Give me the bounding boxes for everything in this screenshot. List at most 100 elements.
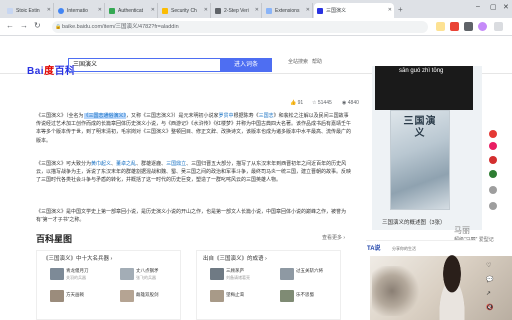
list-item[interactable]: 乐不思蜀 xyxy=(296,292,314,298)
forward-icon[interactable]: → xyxy=(20,21,28,30)
section-title: 百科星图 xyxy=(36,234,73,244)
browser-window: Stoic Extin ✕ Internatio ✕ Authenticat ✕… xyxy=(0,0,512,320)
video-like-icon[interactable]: ♡ xyxy=(486,262,491,269)
back-icon[interactable]: ← xyxy=(6,21,14,30)
tab-6[interactable]: Extensions ✕ xyxy=(263,3,313,18)
feedback-icon[interactable] xyxy=(489,186,497,194)
address-bar[interactable]: 🔒 baike.baidu.com/item/三国演义/4782?fr=alad… xyxy=(52,21,428,33)
list-item[interactable]: 丈八点钢矛 xyxy=(136,268,159,274)
tab-active[interactable]: 三国演义 ✕ xyxy=(314,3,394,18)
share-count[interactable]: ☆ 51445 xyxy=(312,100,332,106)
list-item[interactable]: 过五关斩六将 xyxy=(296,268,323,274)
share-qzone-icon[interactable] xyxy=(489,142,497,150)
entry-link[interactable]: 三国志 xyxy=(259,113,274,119)
menu-icon[interactable] xyxy=(494,22,503,31)
watermark-name: 马丽 xyxy=(454,226,470,235)
share-weibo-alt-icon[interactable] xyxy=(489,156,497,164)
card-title[interactable]: 《三国演义》中十大名兵器 › xyxy=(43,254,112,262)
close-window-icon[interactable]: ✕ xyxy=(503,3,509,11)
close-icon[interactable]: ✕ xyxy=(255,7,259,13)
video-presenter xyxy=(430,254,474,320)
close-icon[interactable]: ✕ xyxy=(306,7,310,13)
share-wechat-icon[interactable] xyxy=(489,170,497,178)
weapons-card[interactable]: 《三国演义》中十大名兵器 › xyxy=(36,250,181,320)
paragraph-text: 《三国演义》是中国文学史上第一部章回小说，是历史演义小说的开山之作，也是第一部文… xyxy=(36,209,347,224)
close-icon[interactable]: ✕ xyxy=(47,7,51,13)
entry-link[interactable]: 黄巾起义 xyxy=(91,161,111,167)
tab-label: 2-Step Veri xyxy=(224,7,249,14)
list-item[interactable]: 三顾茅庐 xyxy=(226,268,244,274)
extensions-icon xyxy=(266,7,272,14)
url-text: baike.baidu.com/item/三国演义/4782?fr=aladdi… xyxy=(62,24,179,30)
close-icon[interactable]: ✕ xyxy=(204,7,208,13)
summary-paragraph-1: 《三国演义》（全名为《三国志通俗演义》，又称《三国志演义》）是元末明初小说家罗贯… xyxy=(36,112,352,145)
image-caption[interactable]: 三国演义的概述图（3张） xyxy=(382,218,446,226)
tab-label: Internatio xyxy=(67,7,88,14)
help-link[interactable]: 帮助 xyxy=(312,58,322,65)
chrome-icon xyxy=(58,7,64,14)
like-value: 91 xyxy=(297,100,304,106)
tab-label: Authenticat xyxy=(118,7,144,14)
item-thumbnail xyxy=(50,268,64,280)
item-thumbnail xyxy=(280,290,294,302)
read-count[interactable]: ◉ 4840 xyxy=(342,100,359,106)
paragraph-text: 《三国演义》（全名为 xyxy=(36,113,84,119)
browser-toolbar: ← → ↻ 🔒 baike.baidu.com/item/三国演义/4782?f… xyxy=(0,18,512,36)
reload-icon[interactable]: ↻ xyxy=(34,21,41,30)
tab-favicon-icon xyxy=(7,7,13,14)
tab-label: 三国演义 xyxy=(326,8,347,14)
tab-2[interactable]: Internatio ✕ xyxy=(55,3,105,18)
read-value: 4840 xyxy=(347,100,359,106)
video-artwork xyxy=(372,266,422,316)
logo-text: Bai xyxy=(27,66,45,77)
video-share-icon[interactable]: ↗ xyxy=(486,290,491,297)
entry-link[interactable]: 三国鼎立 xyxy=(166,161,186,167)
paragraph-text: 根据陈寿《 xyxy=(233,113,259,119)
view-more-link[interactable]: 查看更多 › xyxy=(322,234,345,241)
star-icon[interactable] xyxy=(436,22,445,31)
tab-3[interactable]: Authenticat ✕ xyxy=(106,3,158,18)
idioms-card[interactable]: 出自《三国演义》的成语 › xyxy=(196,250,341,320)
card-title[interactable]: 出自《三国演义》的成语 › xyxy=(203,254,267,262)
profile-avatar[interactable] xyxy=(478,22,487,31)
minimize-icon[interactable]: – xyxy=(476,3,480,10)
list-item[interactable]: 青龙偃月刀 xyxy=(66,268,89,274)
item-thumbnail xyxy=(210,268,224,280)
list-item[interactable]: 望梅止渴 xyxy=(226,292,244,298)
site-search-link[interactable]: 全站搜索 xyxy=(288,58,308,65)
video-comment-icon[interactable]: 💬 xyxy=(486,276,493,283)
paragraph-text: 《三国演义》可大致分为 xyxy=(36,161,92,167)
share-value: 51445 xyxy=(317,100,332,106)
book-cover-title: 三国演义 xyxy=(403,116,437,139)
logo-paw: 度 xyxy=(44,66,55,77)
close-icon[interactable]: ✕ xyxy=(98,7,102,13)
extension-shield-icon[interactable] xyxy=(450,22,459,31)
ta-shuo-logo[interactable]: TA说 xyxy=(367,243,381,252)
puzzle-icon[interactable] xyxy=(464,22,473,31)
paragraph-text: ，又称《三国志演义》）是元末明初小说家 xyxy=(126,113,219,119)
list-item[interactable]: 雌雄双股剑 xyxy=(136,292,159,298)
list-item[interactable]: 方天画戟 xyxy=(66,292,84,298)
tab-4[interactable]: Security Ch ✕ xyxy=(159,3,211,18)
video-mute-icon[interactable]: 🔇 xyxy=(486,304,493,311)
item-thumbnail xyxy=(280,268,294,280)
tab-label: Stoic Extin xyxy=(16,7,40,14)
share-weibo-icon[interactable] xyxy=(489,130,497,138)
list-item-sub: 关羽的兵器 xyxy=(66,275,86,280)
close-icon[interactable]: ✕ xyxy=(388,7,392,13)
close-icon[interactable]: ✕ xyxy=(151,7,155,13)
search-input[interactable]: 三国演义 xyxy=(68,58,220,72)
tab-favicon-icon xyxy=(162,7,168,14)
maximize-icon[interactable]: ▢ xyxy=(490,3,497,11)
new-tab-button[interactable]: + xyxy=(398,5,403,14)
entry-link[interactable]: 罗贯中 xyxy=(219,113,234,119)
tab-5[interactable]: 2-Step Veri ✕ xyxy=(212,3,262,18)
entry-link[interactable]: 董卓之乱 xyxy=(116,161,136,167)
tab-1[interactable]: Stoic Extin ✕ xyxy=(4,3,54,18)
enter-entry-button[interactable]: 进入词条 xyxy=(220,58,272,72)
like-count[interactable]: 👍 91 xyxy=(290,100,303,106)
item-thumbnail xyxy=(120,290,134,302)
back-to-top-icon[interactable] xyxy=(489,202,497,210)
tab-label: Security Ch xyxy=(171,7,197,14)
entry-link[interactable]: 《三国志通俗演义》 xyxy=(83,113,127,119)
